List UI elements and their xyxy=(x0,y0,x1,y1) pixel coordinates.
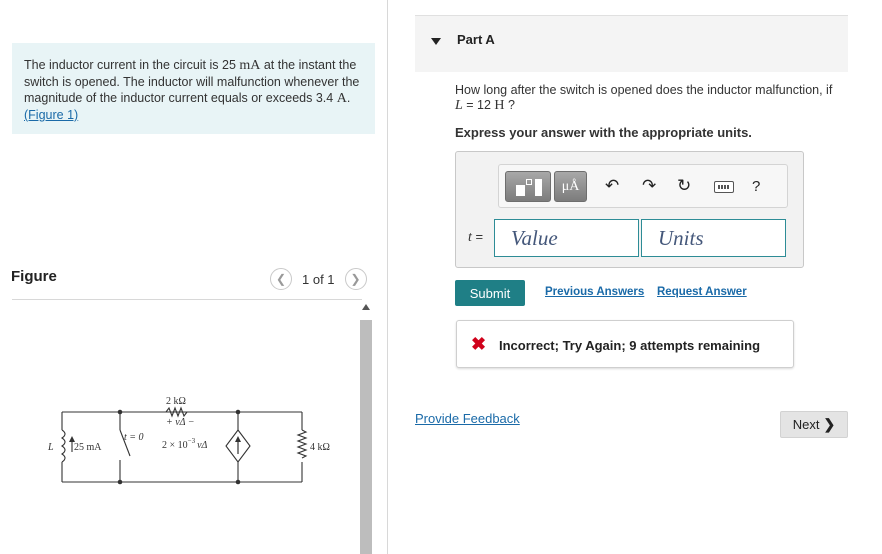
part-title: Part A xyxy=(457,32,495,47)
figure-navigation: ❮ 1 of 1 ❯ xyxy=(270,268,367,290)
unit-ma: mA xyxy=(239,58,261,73)
chevron-right-icon: ❯ xyxy=(823,416,836,432)
figure-link[interactable]: (Figure 1) xyxy=(24,108,78,122)
caret-down-icon[interactable] xyxy=(431,38,441,45)
feedback-status: Incorrect; Try Again; 9 attempts remaini… xyxy=(499,338,761,353)
figure-title: Figure xyxy=(11,268,57,285)
part-a-header[interactable]: Part A xyxy=(415,15,848,72)
panel-divider xyxy=(387,0,388,554)
inductor-label: L xyxy=(47,442,54,453)
submit-button[interactable]: Submit xyxy=(455,280,525,306)
request-answer-link[interactable]: Request Answer xyxy=(657,286,747,298)
error-x-icon: ✖ xyxy=(471,334,487,354)
redo-icon[interactable]: ↷ xyxy=(642,177,656,195)
resistor-4k-label: 4 kΩ xyxy=(310,442,330,453)
current-label: 25 mA xyxy=(74,442,102,453)
value-input[interactable]: Value xyxy=(494,219,639,257)
chevron-left-icon[interactable]: ❮ xyxy=(270,268,292,290)
figure-counter: 1 of 1 xyxy=(302,271,335,287)
figure-divider xyxy=(12,299,362,300)
units-input[interactable]: Units xyxy=(641,219,786,257)
undo-icon[interactable]: ↶ xyxy=(605,177,619,195)
template-button[interactable] xyxy=(505,171,551,202)
answer-variable-label: t = xyxy=(468,229,484,245)
problem-statement: The inductor current in the circuit is 2… xyxy=(12,43,375,134)
dependent-source-label: 2 × 10−3 vΔ xyxy=(162,437,208,451)
math-toolbar: μÅ ↶ ↷ ↻ ? xyxy=(498,164,788,208)
answer-instructions: Express your answer with the appropriate… xyxy=(455,125,752,140)
scroll-up-arrow-icon[interactable] xyxy=(362,304,370,310)
reset-icon[interactable]: ↻ xyxy=(677,177,691,195)
resistor-2k-label: 2 kΩ xyxy=(166,396,186,407)
question-text: How long after the switch is opened does… xyxy=(455,83,833,113)
help-button[interactable]: ? xyxy=(752,178,760,195)
unit-a: A xyxy=(336,91,347,106)
circuit-diagram: 2 kΩ + vΔ − L 25 mA t = 0 2 × 10−3 vΔ 4 k… xyxy=(47,396,330,485)
next-button[interactable]: Next ❯ xyxy=(780,411,848,438)
answer-box: μÅ ↶ ↷ ↻ ? t = Value Units xyxy=(455,151,804,268)
problem-text-1: The inductor current in the circuit is 2… xyxy=(24,58,240,72)
chevron-right-icon[interactable]: ❯ xyxy=(344,268,367,290)
provide-feedback-link[interactable]: Provide Feedback xyxy=(415,411,520,426)
scroll-thumb[interactable] xyxy=(360,320,372,554)
template-icon xyxy=(516,185,525,196)
switch-label: t = 0 xyxy=(124,432,144,443)
feedback-message: ✖ Incorrect; Try Again; 9 attempts remai… xyxy=(456,320,794,368)
figure-scrollbar[interactable] xyxy=(359,300,373,554)
keyboard-icon[interactable] xyxy=(714,181,734,193)
previous-answers-link[interactable]: Previous Answers xyxy=(545,286,644,298)
next-label: Next xyxy=(792,417,820,432)
v-delta-label: + vΔ − xyxy=(166,417,195,428)
problem-text-3: . xyxy=(346,91,351,105)
units-button[interactable]: μÅ xyxy=(554,171,587,202)
